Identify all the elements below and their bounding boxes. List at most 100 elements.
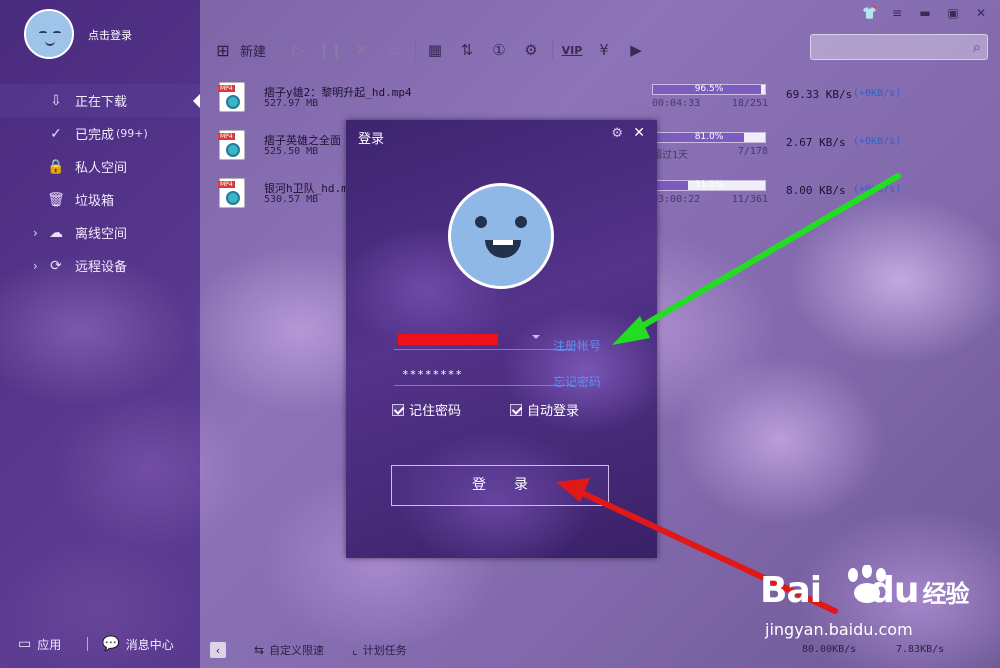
- new-task-icon: ⊞: [216, 40, 230, 60]
- chat-icon: 💬: [102, 636, 120, 652]
- close-icon[interactable]: ✕: [633, 125, 645, 141]
- progress-bar: 96.5%: [652, 84, 766, 95]
- delete-icon[interactable]: ✕: [351, 39, 373, 61]
- speed-limit-icon: ⇆: [254, 643, 265, 657]
- upload-speed: (+0KB/s): [853, 88, 902, 99]
- remember-password-checkbox[interactable]: 记住密码: [392, 400, 461, 419]
- elapsed-time: 00:04:33: [652, 98, 701, 109]
- register-account-link[interactable]: 注册帐号: [553, 337, 601, 354]
- dialog-title: 登录: [358, 132, 385, 147]
- sidebar-item-private-space[interactable]: 🔒 私人空间: [0, 150, 200, 183]
- maximize-icon[interactable]: ▣: [946, 6, 960, 20]
- dropdown-arrow-icon[interactable]: [532, 335, 540, 339]
- apps-button[interactable]: ▭ 应用: [18, 636, 61, 653]
- download-speed: 2.67 KB/s: [786, 136, 846, 149]
- lock-icon: 🔒: [47, 158, 65, 175]
- yen-icon[interactable]: ¥: [593, 39, 615, 61]
- sidebar-item-remote-device[interactable]: › ⟳ 远程设备: [0, 249, 200, 282]
- chevron-right-icon[interactable]: ›: [33, 259, 38, 273]
- window-controls: 👕 ≡ ▬ ▣ ✕: [862, 6, 988, 20]
- baidu-paw-logo: [848, 565, 886, 603]
- piece-count: 11/361: [731, 194, 768, 205]
- toolbar-divider: [552, 40, 554, 60]
- minimize-icon[interactable]: ▬: [918, 6, 932, 20]
- sidebar-item-label: 垃圾箱: [75, 194, 115, 209]
- speed-limit-button[interactable]: ⇆ 自定义限速: [254, 642, 324, 658]
- chevron-right-icon[interactable]: ›: [33, 226, 38, 240]
- progress-bar: 31.1%: [652, 180, 766, 191]
- total-download-speed: 80.00KB/s: [802, 644, 857, 655]
- skin-shirt-icon[interactable]: 👕: [862, 6, 877, 20]
- watermark-url: jingyan.baidu.com: [765, 620, 913, 639]
- checkbox-checked[interactable]: [510, 403, 522, 416]
- file-size: 525.50 MB: [264, 146, 319, 157]
- apps-icon: ▭: [18, 636, 32, 652]
- login-button[interactable]: 登录: [391, 465, 609, 506]
- piece-count: 7/178: [737, 146, 768, 157]
- user-avatar: [448, 183, 554, 289]
- selected-indicator: [193, 93, 200, 108]
- download-speed: 69.33 KB/s: [786, 88, 853, 101]
- mp4-file-icon: MP4: [218, 130, 245, 160]
- remote-device-icon: ⟳: [50, 257, 62, 274]
- checkbox-checked[interactable]: [392, 403, 404, 416]
- file-size: 527.97 MB: [264, 98, 319, 109]
- download-icon: ⇩: [50, 92, 62, 109]
- sort-icon[interactable]: ⇅: [456, 39, 478, 61]
- redacted-username: [398, 334, 498, 345]
- sidebar-item-label: 已完成: [75, 128, 115, 143]
- piece-count: 18/251: [731, 98, 768, 109]
- mp4-file-icon: MP4: [218, 178, 245, 208]
- sidebar: 点击登录 ⇩ 正在下载 ✓ 已完成 (99+) 🔒 私人空间 🗑 垃圾箱 › ☁…: [0, 0, 200, 668]
- upload-speed: (+0KB/s): [853, 184, 902, 195]
- progress-bar: 81.0%: [652, 132, 766, 143]
- turbo-gear-icon[interactable]: ⚙: [520, 39, 542, 61]
- menu-icon[interactable]: ≡: [890, 6, 904, 20]
- open-folder-icon[interactable]: ▭: [383, 39, 405, 61]
- one-key-icon[interactable]: ①: [488, 39, 510, 61]
- schedule-button[interactable]: ⌞ 计划任务: [352, 642, 407, 658]
- elapsed-time: 03:00:22: [652, 194, 701, 205]
- trash-icon: 🗑: [47, 191, 65, 208]
- pause-icon[interactable]: ❙❙: [317, 39, 342, 61]
- grid-view-icon[interactable]: ▦: [424, 39, 446, 61]
- cloud-icon: ☁: [49, 224, 63, 241]
- sidebar-item-trash[interactable]: 🗑 垃圾箱: [0, 183, 200, 216]
- login-link[interactable]: 点击登录: [88, 27, 132, 43]
- download-speed: 8.00 KB/s: [786, 184, 846, 197]
- video-play-icon[interactable]: ▶: [625, 39, 647, 61]
- sidebar-item-label: 远程设备: [75, 260, 128, 275]
- vip-icon[interactable]: VIP: [561, 39, 583, 61]
- password-value: ********: [402, 368, 463, 381]
- new-task-button[interactable]: ⊞ 新建: [212, 39, 266, 61]
- search-box[interactable]: ⌕: [810, 34, 988, 60]
- close-icon[interactable]: ✕: [974, 6, 988, 20]
- mp4-file-icon: MP4: [218, 82, 245, 112]
- sidebar-nav: ⇩ 正在下载 ✓ 已完成 (99+) 🔒 私人空间 🗑 垃圾箱 › ☁ 离线空间…: [0, 84, 200, 282]
- sidebar-item-label: 正在下载: [75, 95, 128, 110]
- sidebar-item-offline-space[interactable]: › ☁ 离线空间: [0, 216, 200, 249]
- toolbar-divider: [415, 40, 417, 60]
- file-size: 530.57 MB: [264, 194, 319, 205]
- check-circle-icon: ✓: [50, 125, 62, 142]
- title-bar: 👕 ≡ ▬ ▣ ✕: [200, 0, 1000, 30]
- schedule-icon: ⌞: [352, 643, 358, 657]
- completed-count: (99+): [116, 127, 148, 140]
- auto-login-checkbox[interactable]: 自动登录: [510, 400, 579, 419]
- collapse-arrow-icon[interactable]: ‹: [210, 642, 226, 658]
- sidebar-item-label: 离线空间: [75, 227, 128, 242]
- download-row[interactable]: MP4 痞子y雄2：黎明升起_hd.mp4 527.97 MB 96.5% 00…: [200, 76, 1000, 124]
- divider: [87, 637, 89, 651]
- search-icon[interactable]: ⌕: [973, 38, 981, 56]
- sidebar-item-downloading[interactable]: ⇩ 正在下载: [0, 84, 200, 117]
- avatar[interactable]: [24, 9, 74, 59]
- total-upload-speed: 7.83KB/s: [896, 644, 945, 655]
- upload-speed: (+0KB/s): [853, 136, 902, 147]
- message-center-button[interactable]: 💬 消息中心: [102, 636, 173, 653]
- forgot-password-link[interactable]: 忘记密码: [553, 373, 601, 390]
- settings-gear-icon[interactable]: ⚙: [611, 126, 623, 141]
- play-icon[interactable]: ▷: [287, 39, 309, 61]
- sidebar-bottom: ▭ 应用 💬 消息中心: [0, 620, 200, 668]
- sidebar-item-label: 私人空间: [75, 161, 128, 176]
- sidebar-item-completed[interactable]: ✓ 已完成 (99+): [0, 117, 200, 150]
